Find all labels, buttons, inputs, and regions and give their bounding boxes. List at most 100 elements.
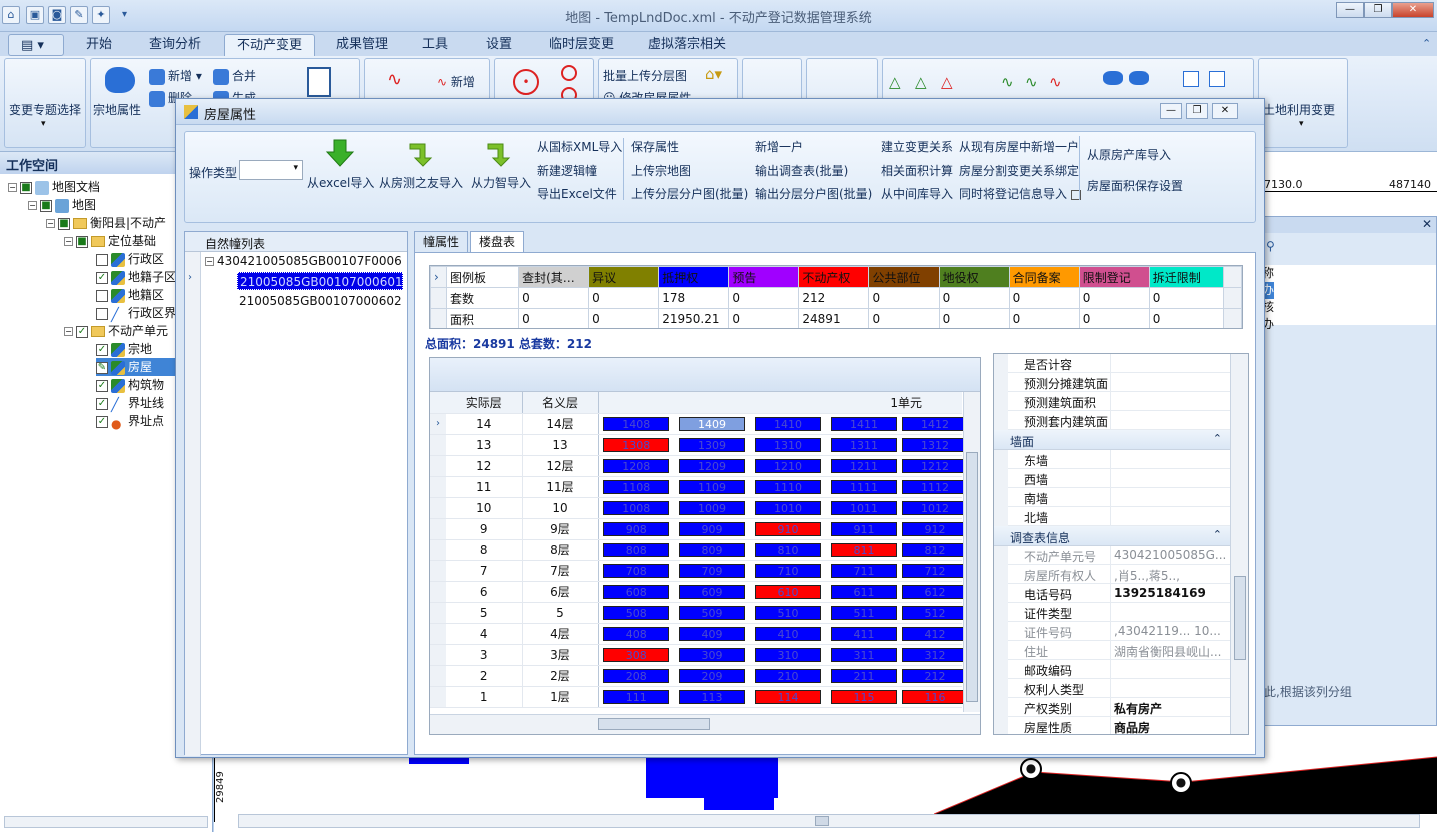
room-cell[interactable]: 512	[902, 602, 968, 624]
dialog-minimize-button[interactable]: —	[1160, 103, 1182, 119]
property-row[interactable]: 东墙	[994, 450, 1248, 469]
legend-cell[interactable]: 0	[938, 287, 1010, 309]
curve-icon-1[interactable]: ∿	[1001, 73, 1014, 91]
room-number[interactable]: 610	[755, 584, 821, 599]
room-number[interactable]: 810	[755, 542, 821, 557]
room-number[interactable]: 408	[603, 626, 670, 641]
nominal-floor-cell[interactable]: 8层	[522, 539, 599, 561]
legend-scroll-cell[interactable]	[1222, 266, 1242, 288]
legend-cell[interactable]: 24891	[798, 308, 870, 328]
room-number[interactable]: 409	[679, 626, 745, 641]
room-cell[interactable]: 111	[598, 686, 674, 708]
actual-floor-cell[interactable]: 2	[446, 665, 523, 687]
tab-start[interactable]: 开始	[74, 34, 124, 56]
actual-floor-cell[interactable]: 4	[446, 623, 523, 645]
legend-cell[interactable]: 0	[518, 308, 590, 328]
building-node-selected[interactable]: 21005085GB00107000601	[237, 272, 403, 290]
room-cell[interactable]: 1411	[826, 413, 902, 435]
room-cell[interactable]: 1410	[750, 413, 826, 435]
room-number[interactable]: 1210	[755, 458, 821, 473]
room-cell[interactable]: 610	[750, 581, 826, 603]
room-cell[interactable]: 809	[674, 539, 750, 561]
room-cell[interactable]: 509	[674, 602, 750, 624]
room-cell[interactable]: 1209	[674, 455, 750, 477]
room-cell[interactable]: 910	[750, 518, 826, 540]
legend-cell[interactable]: 0	[1078, 308, 1150, 328]
room-number[interactable]: 1108	[603, 479, 670, 494]
room-number[interactable]: 511	[831, 605, 897, 620]
room-number[interactable]: 312	[902, 647, 968, 662]
map-parcel-blue-2[interactable]	[704, 792, 774, 810]
legend-cell[interactable]: 0	[1008, 287, 1080, 309]
room-number[interactable]: 210	[755, 668, 821, 683]
export-excel-button[interactable]: 导出Excel文件	[537, 185, 617, 202]
legend-cell[interactable]: 0	[588, 308, 660, 328]
room-number[interactable]: 708	[603, 563, 670, 578]
legend-cell[interactable]: 0	[1148, 287, 1224, 309]
room-number[interactable]: 911	[831, 521, 897, 536]
boundary-point-marker[interactable]: ●	[1170, 772, 1192, 794]
nominal-floor-cell[interactable]: 4层	[522, 623, 599, 645]
room-cell[interactable]: 1008	[598, 497, 674, 519]
table-row[interactable]: 1 1层 111 113 114 115 116	[430, 686, 968, 708]
legend-cell[interactable]: 0	[518, 287, 590, 309]
actual-floor-cell[interactable]: 12	[446, 455, 523, 477]
import-reg-checkbox[interactable]: 同时将登记信息导入	[959, 185, 1081, 202]
table-row[interactable]: 13 13 1308 1309 1310 1311 1312	[430, 434, 968, 456]
room-cell[interactable]: 511	[826, 602, 902, 624]
room-cell[interactable]: 1308	[598, 434, 674, 456]
related-area-button[interactable]: 相关面积计算	[881, 162, 953, 179]
property-section[interactable]: 墙面 ⌃	[994, 430, 1248, 450]
room-cell[interactable]: 510	[750, 602, 826, 624]
workspace-hscrollbar[interactable]	[4, 816, 208, 828]
nominal-floor-cell[interactable]: 13	[522, 434, 599, 456]
map-hscrollbar[interactable]	[238, 814, 1420, 828]
from-old-button[interactable]: 从原房产库导入	[1087, 146, 1171, 163]
room-cell[interactable]: 612	[902, 581, 968, 603]
room-number[interactable]: 809	[679, 542, 745, 557]
image-icon-1[interactable]	[1183, 71, 1199, 87]
nominal-floor-cell[interactable]: 10	[522, 497, 599, 519]
triangle-icon-2[interactable]: △	[915, 73, 927, 91]
room-number[interactable]: 1308	[603, 437, 670, 452]
room-number[interactable]: 411	[831, 626, 897, 641]
actual-floor-cell[interactable]: 11	[446, 476, 523, 498]
add-line-button[interactable]: ∿ 新增	[437, 73, 475, 90]
room-cell[interactable]: 308	[598, 644, 674, 666]
room-number[interactable]: 609	[679, 584, 745, 599]
room-number[interactable]: 1110	[755, 479, 821, 494]
document-icon[interactable]	[307, 67, 331, 97]
room-number[interactable]: 1112	[902, 479, 968, 494]
room-number[interactable]: 510	[755, 605, 821, 620]
property-row[interactable]: 是否计容	[994, 354, 1248, 373]
close-button[interactable]: ✕	[1392, 2, 1434, 18]
property-value[interactable]: 湖南省衡阳县岘山...	[1114, 643, 1226, 660]
actual-floor-cell[interactable]: 13	[446, 434, 523, 456]
legend-cell[interactable]: 0	[1148, 308, 1224, 328]
floor-hscrollbar[interactable]	[430, 714, 980, 734]
room-number[interactable]: 1109	[679, 479, 745, 494]
batch-upload-button[interactable]: 批量上传分层图	[603, 67, 687, 84]
room-number[interactable]: 710	[755, 563, 821, 578]
actual-floor-cell[interactable]: 9	[446, 518, 523, 540]
legend-cell[interactable]: 0	[868, 287, 940, 309]
from-middle-button[interactable]: 从中间库导入	[881, 185, 953, 202]
room-number[interactable]: 212	[902, 668, 968, 683]
actual-floor-cell[interactable]: 6	[446, 581, 523, 603]
room-cell[interactable]: 211	[826, 665, 902, 687]
actual-floor-cell[interactable]: 3	[446, 644, 523, 666]
side-close-icon[interactable]: ✕	[1422, 217, 1432, 231]
table-row[interactable]: › 14 14层 1408 1409 1410 1411 1412	[430, 413, 968, 435]
room-cell[interactable]: 1012	[902, 497, 968, 519]
side-search-icon[interactable]: ⚲	[1266, 239, 1275, 253]
nominal-floor-cell[interactable]: 2层	[522, 665, 599, 687]
room-number[interactable]: 1009	[679, 500, 745, 515]
side-item[interactable]: 称	[1260, 265, 1436, 282]
room-number[interactable]: 111	[603, 689, 670, 704]
room-cell[interactable]: 1310	[750, 434, 826, 456]
property-row[interactable]: 邮政编码	[994, 660, 1248, 679]
room-cell[interactable]: 908	[598, 518, 674, 540]
curve-icon-3[interactable]: ∿	[1049, 73, 1062, 91]
triangle-icon-1[interactable]: △	[889, 73, 901, 91]
room-number[interactable]: 310	[755, 647, 821, 662]
